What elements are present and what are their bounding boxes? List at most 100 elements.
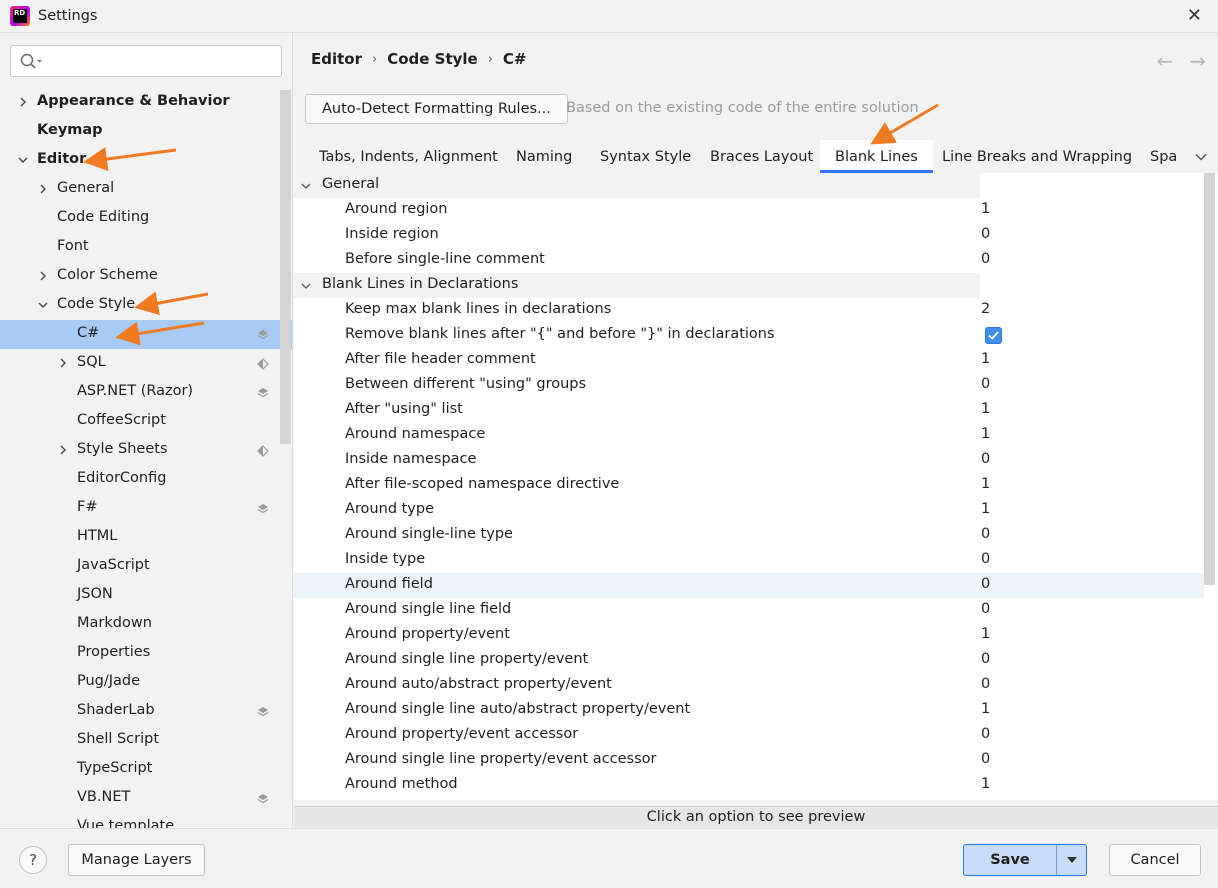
close-icon[interactable]: ✕ xyxy=(1187,5,1202,26)
option-value[interactable]: 1 xyxy=(981,501,990,517)
sidebar-item-appearance-behavior[interactable]: Appearance & Behavior xyxy=(0,88,280,117)
sidebar-item-general[interactable]: General xyxy=(0,175,280,204)
breadcrumb-item[interactable]: Editor xyxy=(311,50,362,68)
option-value[interactable]: 0 xyxy=(981,726,990,742)
sidebar-item-editorconfig[interactable]: EditorConfig xyxy=(0,465,280,494)
sidebar-item-color-scheme[interactable]: Color Scheme xyxy=(0,262,280,291)
sidebar-item-html[interactable]: HTML xyxy=(0,523,280,552)
option-row[interactable]: Around property/event 1 xyxy=(294,623,1204,648)
sidebar-item-javascript[interactable]: JavaScript xyxy=(0,552,280,581)
option-value[interactable]: 1 xyxy=(981,476,990,492)
option-row[interactable]: Around single line property/event access… xyxy=(294,748,1204,773)
option-value[interactable]: 1 xyxy=(981,201,990,217)
option-row[interactable]: Inside type 0 xyxy=(294,548,1204,573)
option-row[interactable]: Around type 1 xyxy=(294,498,1204,523)
chevron-right-icon[interactable] xyxy=(36,269,50,283)
option-row[interactable]: Around single line field 0 xyxy=(294,598,1204,623)
back-arrow-icon[interactable]: ← xyxy=(1156,49,1173,73)
sidebar-item-typescript[interactable]: TypeScript xyxy=(0,755,280,784)
option-row[interactable]: Inside region 0 xyxy=(294,223,1204,248)
option-row[interactable]: Around namespace 1 xyxy=(294,423,1204,448)
option-value[interactable]: 0 xyxy=(981,526,990,542)
option-group[interactable]: Blank Lines in Declarations xyxy=(294,273,980,298)
sidebar-item-asp-net-razor[interactable]: ASP.NET (Razor) xyxy=(0,378,280,407)
option-value[interactable]: 1 xyxy=(981,776,990,792)
sidebar-item-markdown[interactable]: Markdown xyxy=(0,610,280,639)
chevron-right-icon[interactable] xyxy=(56,443,70,457)
sidebar-item-json[interactable]: JSON xyxy=(0,581,280,610)
breadcrumb-item[interactable]: Code Style xyxy=(387,50,478,68)
option-row[interactable]: After file-scoped namespace directive 1 xyxy=(294,473,1204,498)
option-value[interactable]: 1 xyxy=(981,401,990,417)
option-value[interactable]: 0 xyxy=(981,376,990,392)
sidebar-item-editor[interactable]: Editor xyxy=(0,146,280,175)
sidebar-item-fsharp[interactable]: F# xyxy=(0,494,280,523)
forward-arrow-icon[interactable]: → xyxy=(1189,49,1206,73)
sidebar-item-pug-jade[interactable]: Pug/Jade xyxy=(0,668,280,697)
tab-braces-layout[interactable]: Braces Layout xyxy=(696,140,827,173)
chevron-right-icon[interactable] xyxy=(36,182,50,196)
option-checkbox[interactable] xyxy=(985,327,1002,344)
option-value[interactable]: 0 xyxy=(981,651,990,667)
sidebar-item-properties[interactable]: Properties xyxy=(0,639,280,668)
chevron-down-icon[interactable] xyxy=(300,280,312,292)
sidebar-scrollbar[interactable] xyxy=(280,90,291,444)
option-value[interactable]: 0 xyxy=(981,576,990,592)
option-value[interactable]: 0 xyxy=(981,251,990,267)
option-value[interactable]: 1 xyxy=(981,626,990,642)
sidebar-item-font[interactable]: Font xyxy=(0,233,280,262)
tab-naming[interactable]: Naming xyxy=(502,140,586,173)
option-row[interactable]: Around single line auto/abstract propert… xyxy=(294,698,1204,723)
help-button[interactable]: ? xyxy=(19,846,47,874)
option-row[interactable]: After "using" list 1 xyxy=(294,398,1204,423)
chevron-right-icon[interactable] xyxy=(56,356,70,370)
option-value[interactable]: 0 xyxy=(981,676,990,692)
tab-syntax-style[interactable]: Syntax Style xyxy=(586,140,705,173)
tab-spa[interactable]: Spa xyxy=(1136,140,1191,173)
option-row[interactable]: Keep max blank lines in declarations 2 xyxy=(294,298,1204,323)
sidebar-item-code-style[interactable]: Code Style xyxy=(0,291,280,320)
options-scrollbar[interactable] xyxy=(1204,173,1215,585)
manage-layers-button[interactable]: Manage Layers xyxy=(68,844,205,876)
option-value[interactable]: 1 xyxy=(981,426,990,442)
option-row[interactable]: Around field 0 xyxy=(294,573,1204,598)
option-value[interactable]: 0 xyxy=(981,601,990,617)
option-value[interactable]: 0 xyxy=(981,451,990,467)
option-row[interactable]: Around method 1 xyxy=(294,773,1204,798)
option-value[interactable]: 0 xyxy=(981,551,990,567)
option-value[interactable]: 0 xyxy=(981,751,990,767)
tabs-overflow-chevron-icon[interactable] xyxy=(1194,150,1208,164)
tab-tabs-indents-alignment[interactable]: Tabs, Indents, Alignment xyxy=(305,140,512,173)
option-row[interactable]: Remove blank lines after "{" and before … xyxy=(294,323,1204,348)
cancel-button[interactable]: Cancel xyxy=(1109,844,1201,876)
sidebar-item-code-editing[interactable]: Code Editing xyxy=(0,204,280,233)
option-value[interactable]: 1 xyxy=(981,701,990,717)
option-row[interactable]: Before single-line comment 0 xyxy=(294,248,1204,273)
sidebar-item-style-sheets[interactable]: Style Sheets xyxy=(0,436,280,465)
sidebar-item-shell-script[interactable]: Shell Script xyxy=(0,726,280,755)
option-value[interactable]: 1 xyxy=(981,351,990,367)
option-row[interactable]: Between different "using" groups 0 xyxy=(294,373,1204,398)
sidebar-item-vb-net[interactable]: VB.NET xyxy=(0,784,280,813)
sidebar-item-vue-template[interactable]: Vue template xyxy=(0,813,280,828)
option-row[interactable]: Around region 1 xyxy=(294,198,1204,223)
chevron-right-icon[interactable] xyxy=(16,95,30,109)
option-group[interactable]: General xyxy=(294,173,980,198)
option-value[interactable]: 2 xyxy=(981,301,990,317)
option-row[interactable]: Around single line property/event 0 xyxy=(294,648,1204,673)
search-input[interactable] xyxy=(10,45,282,77)
save-button[interactable]: Save xyxy=(964,845,1057,875)
option-row[interactable]: Around single-line type 0 xyxy=(294,523,1204,548)
chevron-down-icon[interactable] xyxy=(36,298,50,312)
option-row[interactable]: After file header comment 1 xyxy=(294,348,1204,373)
sidebar-item-coffeescript[interactable]: CoffeeScript xyxy=(0,407,280,436)
tab-blank-lines[interactable]: Blank Lines xyxy=(820,140,933,173)
option-row[interactable]: Around property/event accessor 0 xyxy=(294,723,1204,748)
chevron-down-icon[interactable] xyxy=(300,180,312,192)
tab-line-breaks-and-wrapping[interactable]: Line Breaks and Wrapping xyxy=(926,140,1148,173)
sidebar-item-sql[interactable]: SQL xyxy=(0,349,280,378)
option-row[interactable]: Inside namespace 0 xyxy=(294,448,1204,473)
save-options-dropdown[interactable] xyxy=(1057,845,1086,875)
sidebar-item-csharp[interactable]: C# xyxy=(0,320,292,349)
sidebar-item-keymap[interactable]: Keymap xyxy=(0,117,280,146)
